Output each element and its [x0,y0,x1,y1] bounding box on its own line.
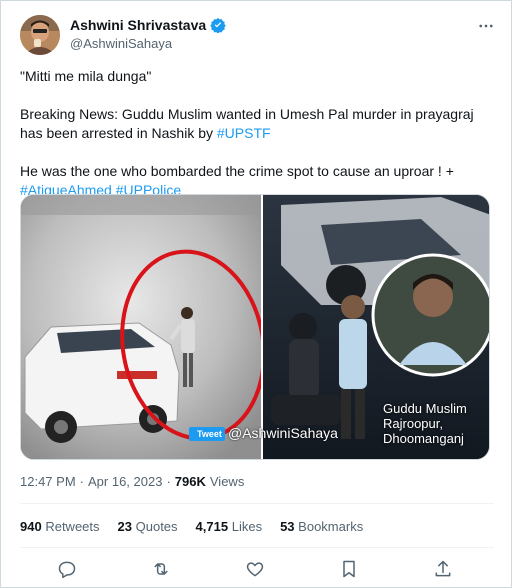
media-caption: Rajroopur, [383,416,443,431]
divider [20,503,494,504]
tweet-card: Ashwini Shrivastava @AshwiniSahaya "Mitt… [0,0,512,588]
quotes-stat[interactable]: 23 Quotes [118,519,178,534]
hashtag-link[interactable]: #UPSTF [217,125,271,141]
media-caption: Guddu Muslim [383,401,467,416]
tweet-line: "Mitti me mila dunga" [20,68,152,84]
meta-separator: · [79,474,84,489]
more-options-icon[interactable] [475,15,497,37]
avatar[interactable] [20,15,60,55]
meta-separator: · [166,474,171,489]
views-count: 796K [174,474,206,489]
tweet-media-image[interactable]: Tweet @AshwiniSahaya Guddu Muslim Rajroo… [20,194,490,460]
likes-stat[interactable]: 4,715 Likes [196,519,263,534]
author-name[interactable]: Ashwini Shrivastava [70,17,206,33]
like-icon[interactable] [243,557,267,581]
share-icon[interactable] [431,557,455,581]
divider [20,547,494,548]
tweet-date[interactable]: Apr 16, 2023 [88,474,162,489]
retweets-stat[interactable]: 940 Retweets [20,519,100,534]
views-label: Views [209,474,245,489]
tweet-stats: 940 Retweets 23 Quotes 4,715 Likes 53 Bo… [20,519,363,534]
watermark-handle: @AshwiniSahaya [228,425,338,441]
tweet-meta: 12:47 PM · Apr 16, 2023 · 796K Views [20,474,244,489]
tweet-line: has been arrested in Nashik by #UPSTF [20,125,271,141]
watermark-label: Tweet [197,429,222,439]
tweet-line: Breaking News: Guddu Muslim wanted in Um… [20,106,474,122]
verified-badge-icon [210,17,226,33]
action-bar [1,557,512,583]
tweet-text: "Mitti me mila dunga" Breaking News: Gud… [20,67,498,200]
reply-icon[interactable] [55,557,79,581]
media-caption: Dhoomanganj [383,431,464,446]
author-handle[interactable]: @AshwiniSahaya [70,36,172,51]
tweet-line: He was the one who bombarded the crime s… [20,163,454,179]
bookmarks-stat[interactable]: 53 Bookmarks [280,519,363,534]
retweet-icon[interactable] [149,557,173,581]
tweet-time[interactable]: 12:47 PM [20,474,76,489]
bookmark-icon[interactable] [337,557,361,581]
